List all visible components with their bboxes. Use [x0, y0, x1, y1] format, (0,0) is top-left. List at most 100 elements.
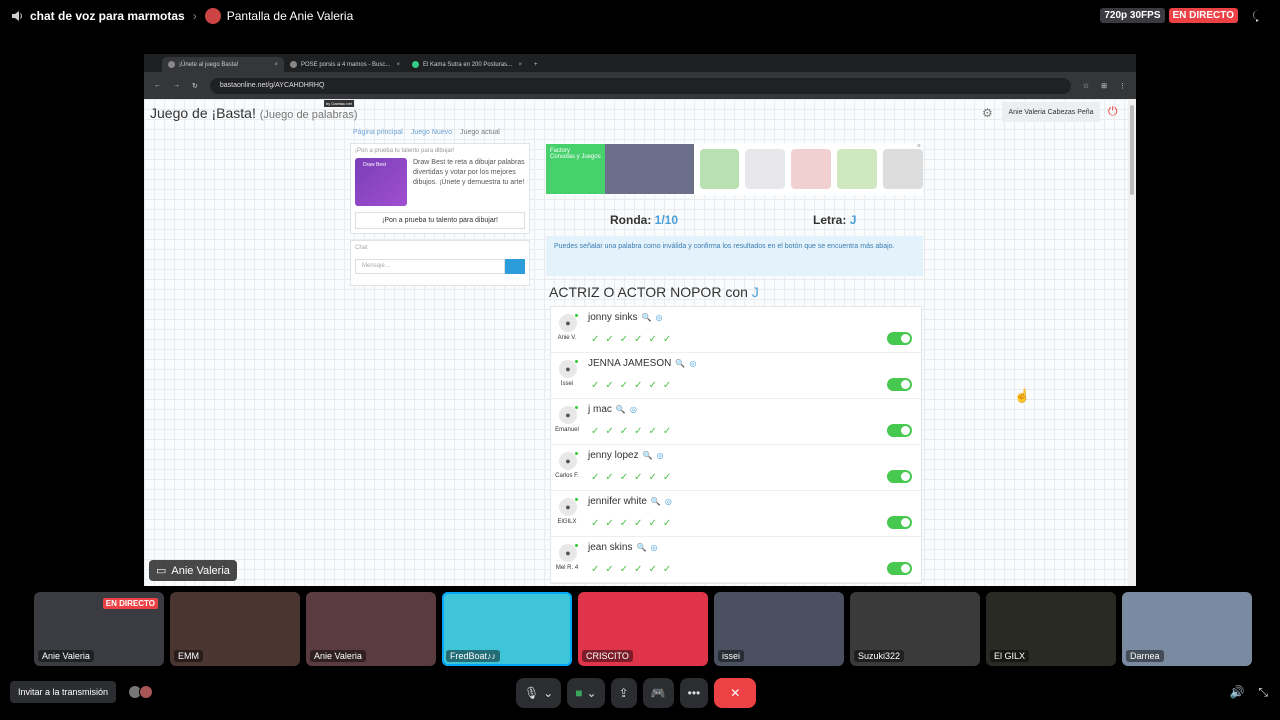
share-screen-button[interactable]: ⇪	[610, 678, 637, 708]
google-icon[interactable]: ◎	[665, 497, 672, 506]
online-dot	[575, 314, 578, 317]
answer-text: j mac	[588, 404, 612, 415]
top-bar: chat de voz para marmotas › Pantalla de …	[0, 0, 1280, 32]
ad-factory[interactable]: Factory Consolas y Juegos	[546, 144, 694, 194]
search-icon[interactable]: 🔍	[643, 451, 653, 460]
ad-product-image[interactable]	[791, 149, 832, 189]
gamiac-badge: by Gamiac.net	[324, 100, 354, 107]
participant-tile[interactable]: Anie Valeria	[306, 592, 436, 666]
breadcrumb-new-game[interactable]: Juego Nuevo	[411, 129, 452, 136]
exit-fullscreen-icon[interactable]: ⤡	[1258, 685, 1268, 700]
answer-word: jonny sinks 🔍 ◎	[588, 312, 662, 323]
valid-toggle[interactable]	[887, 516, 912, 529]
ad-product-image[interactable]	[699, 149, 740, 189]
browser-tab[interactable]: El Kama Sutra en 200 Posturas... ×	[406, 57, 528, 72]
bookmark-star-icon[interactable]: ☆	[1083, 82, 1089, 90]
participant-tile[interactable]: CRISCITO	[578, 592, 708, 666]
shared-screen[interactable]: ¡Únete al juego Basta! × POSE porsis a 4 …	[144, 54, 1136, 586]
google-icon[interactable]: ◎	[657, 451, 664, 460]
valid-toggle[interactable]	[887, 562, 912, 575]
scrollbar-thumb[interactable]	[1130, 105, 1134, 195]
forward-icon[interactable]: →	[173, 82, 180, 89]
participant-tile[interactable]: El GILX	[986, 592, 1116, 666]
valid-toggle[interactable]	[887, 470, 912, 483]
mic-button[interactable]: 🎙 ⌄	[516, 678, 562, 708]
answer-row: ● Emanuel j mac 🔍 ◎ ✓✓✓✓✓✓	[551, 399, 921, 445]
ad-banner[interactable]: Factory Consolas y Juegos ×	[546, 143, 923, 195]
basta-page: Juego de ¡Basta! (Juego de palabras) by …	[144, 99, 1136, 586]
more-button[interactable]: •••	[679, 678, 709, 708]
chevron-down-icon[interactable]: ⌄	[543, 686, 553, 700]
ad-product-image[interactable]	[883, 149, 923, 189]
google-icon[interactable]: ◎	[630, 405, 637, 414]
answer-row: ● Carlos F. jenny lopez 🔍 ◎ ✓✓✓✓✓✓	[551, 445, 921, 491]
online-dot	[575, 360, 578, 363]
valid-toggle[interactable]	[887, 332, 912, 345]
extensions-icon[interactable]: ⊞	[1101, 82, 1107, 90]
search-icon[interactable]: 🔍	[675, 359, 685, 368]
send-button[interactable]	[505, 259, 525, 274]
participant-name: Suzuki322	[854, 650, 905, 662]
search-icon[interactable]: 🔍	[616, 405, 626, 414]
browser-tab[interactable]: ¡Únete al juego Basta! ×	[162, 57, 284, 72]
avatar: ●	[559, 498, 577, 516]
google-icon[interactable]: ◎	[655, 313, 662, 322]
back-icon[interactable]: ←	[154, 82, 161, 89]
search-icon[interactable]: 🔍	[641, 313, 651, 322]
close-tab-icon[interactable]: ×	[274, 62, 278, 68]
answer-text: JENNA JAMESON	[588, 358, 672, 369]
ad-close-icon[interactable]: ×	[917, 143, 921, 150]
new-tab-icon[interactable]: +	[528, 57, 548, 72]
volume-icon[interactable]: 🔊	[1229, 685, 1244, 700]
invite-button[interactable]: Invitar a la transmisión	[10, 681, 117, 703]
favicon-icon	[412, 61, 419, 68]
participant-tile[interactable]: Darnea	[1122, 592, 1252, 666]
google-icon[interactable]: ◎	[689, 359, 696, 368]
search-icon[interactable]: 🔍	[636, 543, 646, 552]
breadcrumb-home[interactable]: Página principal	[353, 129, 403, 136]
chevron-down-icon[interactable]: ⌄	[587, 686, 597, 700]
participant-tile[interactable]: FredBoat♪♪	[442, 592, 572, 666]
close-tab-icon[interactable]: ×	[518, 62, 522, 68]
answer-row: ● Mel R. 4 jean skins 🔍 ◎ ✓✓✓✓✓✓	[551, 537, 921, 583]
power-icon[interactable]: ⏻	[1108, 104, 1118, 119]
valid-toggle[interactable]	[887, 378, 912, 391]
chat-input[interactable]: Mensaje...	[355, 259, 505, 274]
stop-stream-button[interactable]: ✕	[714, 678, 757, 708]
player-name: Issei	[560, 381, 574, 387]
screen-owner-name: Anie Valeria	[171, 564, 230, 577]
participant-tile[interactable]: Suzuki322	[850, 592, 980, 666]
close-tab-icon[interactable]: ×	[396, 62, 400, 68]
google-icon[interactable]: ◎	[650, 543, 657, 552]
gear-icon[interactable]: ⚙	[982, 106, 993, 120]
reload-icon[interactable]: ↻	[192, 82, 198, 90]
voice-channel-icon	[12, 11, 22, 21]
page-scrollbar[interactable]	[1128, 99, 1136, 586]
user-button[interactable]: Anie Valeria Cabezas Peña	[1002, 102, 1100, 122]
ad-product-image[interactable]	[745, 149, 786, 189]
answer-word: jean skins 🔍 ◎	[588, 542, 657, 553]
ad-product-image[interactable]	[837, 149, 878, 189]
valid-toggle[interactable]	[887, 424, 912, 437]
participant-tile[interactable]: EMM	[170, 592, 300, 666]
activities-button[interactable]: 🎮	[642, 678, 674, 708]
online-dot	[575, 406, 578, 409]
participant-tile[interactable]: EN DIRECTO Anie Valeria	[34, 592, 164, 666]
menu-icon[interactable]: ⋮	[1119, 82, 1126, 90]
address-bar[interactable]: bastaonline.net/g/AYCAHDHRHQ	[209, 77, 1071, 94]
viewer-avatars[interactable]	[128, 685, 153, 699]
participant-tile[interactable]: issei	[714, 592, 844, 666]
participant-name: CRISCITO	[582, 650, 633, 662]
vote-checks: ✓✓✓✓✓✓	[591, 334, 678, 345]
draw-best-image[interactable]: Draw Best	[355, 158, 407, 206]
search-icon[interactable]: 🔍	[651, 497, 661, 506]
channel-name[interactable]: chat de voz para marmotas	[30, 9, 185, 23]
answers-list: ● Anie V. jonny sinks 🔍 ◎ ✓✓✓✓✓✓ ● Issei JENNA J…	[550, 306, 922, 584]
vote-checks: ✓✓✓✓✓✓	[591, 472, 678, 483]
player-name: Carlos F.	[555, 473, 579, 479]
camera-button[interactable]: ■ ⌄	[567, 678, 605, 708]
chat-icon[interactable]	[1252, 9, 1266, 23]
draw-best-button[interactable]: ¡Pon a prueba tu talento para dibujar!	[355, 212, 525, 229]
browser-tab[interactable]: POSE porsis a 4 mamos - Busc... ×	[284, 57, 406, 72]
answer-text: jenny lopez	[588, 450, 639, 461]
